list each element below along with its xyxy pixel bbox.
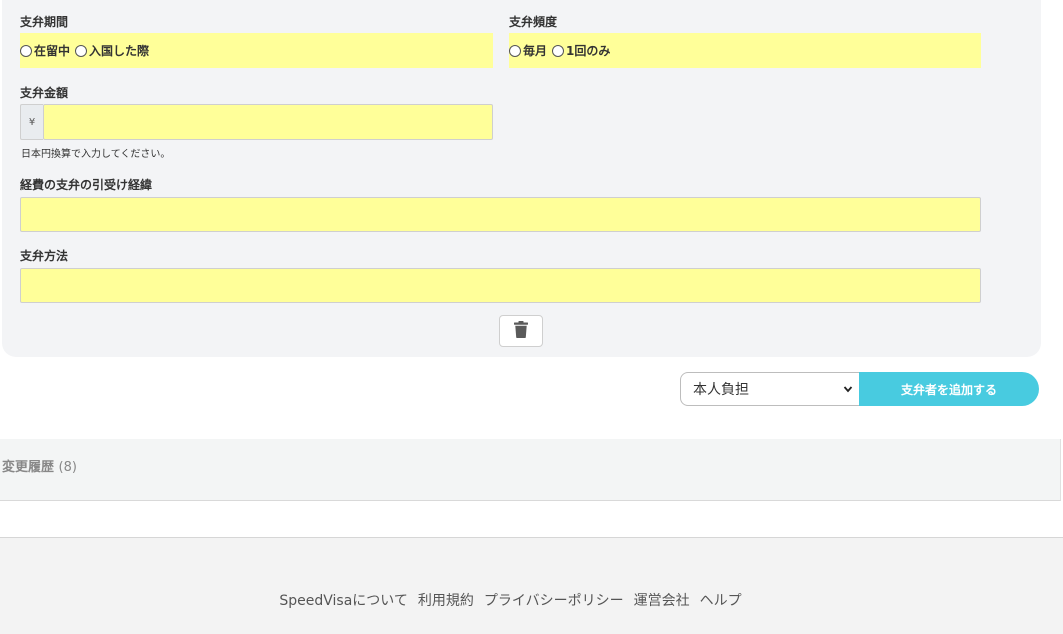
payment-frequency-option-once[interactable]: 1回のみ: [566, 42, 610, 59]
payment-period-option-stay[interactable]: 在留中: [34, 42, 70, 59]
chevron-down-icon: [843, 383, 853, 399]
payment-frequency-radio-once[interactable]: [552, 44, 565, 57]
payment-period-option-entry[interactable]: 入国した際: [89, 42, 149, 59]
add-payer-button[interactable]: 支弁者を追加する: [859, 372, 1039, 406]
trash-icon: [514, 320, 528, 342]
payer-type-value: 本人負担: [693, 382, 749, 398]
payment-method-label: 支弁方法: [20, 249, 69, 263]
delete-sponsor-button[interactable]: [499, 315, 543, 347]
payment-frequency-label: 支弁頻度: [509, 15, 558, 29]
payment-frequency-group: 毎月 1回のみ: [509, 33, 981, 68]
change-history-section: 変更履歴 (8): [0, 439, 1061, 501]
footer-link-help[interactable]: ヘルプ: [700, 590, 742, 610]
footer-link-privacy[interactable]: プライバシーポリシー: [484, 590, 624, 610]
change-history-toggle[interactable]: 変更履歴 (8): [2, 456, 77, 475]
footer-link-about[interactable]: SpeedVisaについて: [279, 590, 408, 610]
payment-period-label: 支弁期間: [20, 15, 69, 29]
expense-background-label: 経費の支弁の引受け経緯: [20, 178, 153, 192]
payment-frequency-radio-monthly[interactable]: [509, 44, 521, 57]
payment-method-input[interactable]: [20, 268, 981, 303]
payment-period-radio-entry[interactable]: [75, 44, 88, 57]
sponsor-card: 支弁期間 在留中 入国した際 支弁頻度 毎月 1回のみ 支弁金額 経費の支弁の引…: [2, 0, 1041, 357]
expense-background-input[interactable]: [20, 197, 981, 232]
payment-amount-label: 支弁金額: [20, 86, 69, 100]
change-history-title: 変更履歴: [2, 460, 55, 475]
payment-period-group: 在留中 入国した際: [20, 33, 493, 68]
footer-links: SpeedVisaについて 利用規約 プライバシーポリシー 運営会社 ヘルプ: [0, 590, 1021, 610]
payment-frequency-option-monthly[interactable]: 毎月: [523, 42, 547, 59]
payment-amount-help: 日本円換算で入力してください。: [21, 149, 171, 160]
footer: SpeedVisaについて 利用規約 プライバシーポリシー 運営会社 ヘルプ: [0, 537, 1063, 634]
footer-link-terms[interactable]: 利用規約: [418, 590, 474, 610]
payment-period-radio-stay[interactable]: [20, 44, 32, 57]
payer-type-select[interactable]: 本人負担: [680, 372, 860, 406]
yen-prefix: ¥: [20, 104, 43, 140]
payment-amount-input[interactable]: [43, 104, 493, 140]
footer-link-company[interactable]: 運営会社: [634, 590, 690, 610]
change-history-count: (8): [58, 460, 77, 475]
